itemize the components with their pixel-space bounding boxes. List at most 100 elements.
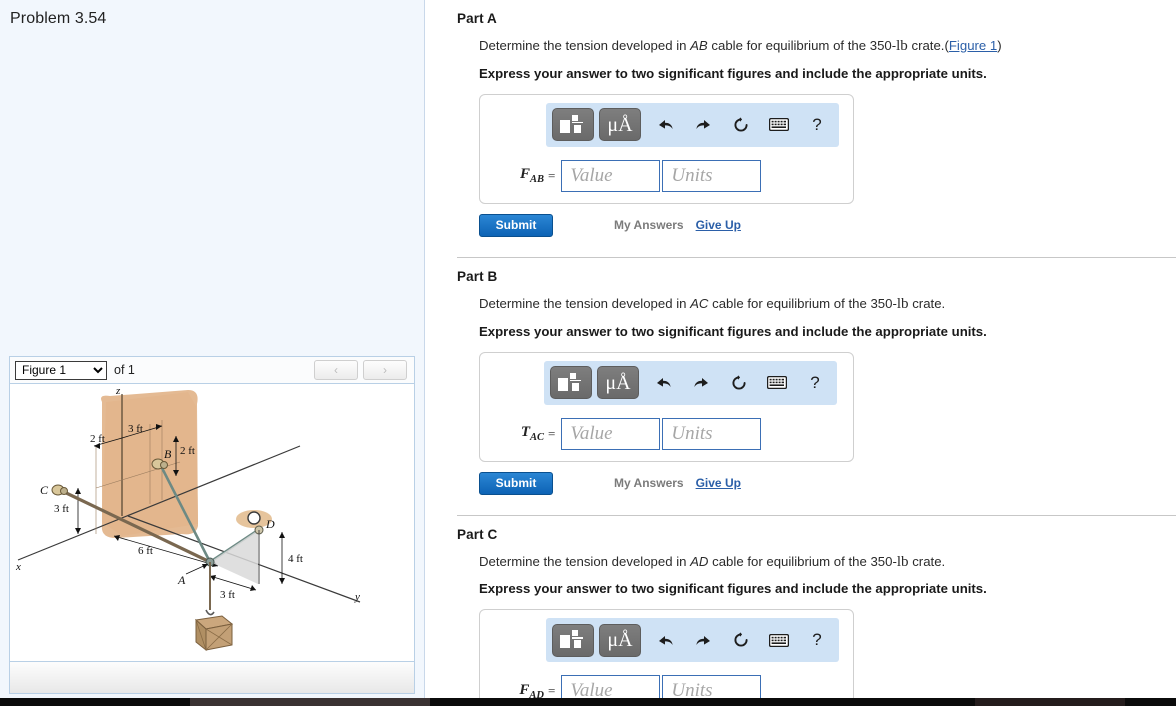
variable-subscript: AB <box>529 174 544 186</box>
units-button[interactable]: μÅ <box>599 623 641 657</box>
chevron-left-icon: ‹ <box>334 363 338 377</box>
reset-button[interactable] <box>722 625 760 655</box>
submit-row: Submit My Answers Give Up <box>479 213 1176 237</box>
units-input[interactable] <box>662 417 762 450</box>
answer-box: μÅ <box>479 351 854 462</box>
axis-label-z: z <box>115 385 121 397</box>
variable-label: TAC <box>494 424 544 443</box>
help-button[interactable]: ? <box>798 110 836 140</box>
dim-arrow <box>114 535 120 541</box>
redo-arrow-icon <box>693 378 708 387</box>
value-input[interactable] <box>561 417 661 450</box>
math-template-button[interactable] <box>552 623 594 657</box>
cable-name: AD <box>690 553 709 569</box>
give-up-link[interactable]: Give Up <box>696 218 741 232</box>
prompt-text-after: crate. <box>907 38 945 53</box>
units-button[interactable]: μÅ <box>597 366 639 399</box>
undo-arrow-icon <box>658 635 673 645</box>
math-toolbar: μÅ ? <box>546 618 839 663</box>
units-button[interactable]: μÅ <box>599 108 641 142</box>
equals-sign: = <box>548 425 556 441</box>
figure-count-label: of 1 <box>114 363 135 377</box>
micro-angstrom-icon: μÅ <box>607 629 633 652</box>
figure-next-button[interactable]: › <box>363 360 407 380</box>
micro-angstrom-icon: μÅ <box>607 113 633 136</box>
prompt-text-after: crate. <box>908 553 946 569</box>
math-template-button[interactable] <box>550 366 592 399</box>
dim-6ft: 6 ft <box>138 545 153 557</box>
question-mark-icon: ? <box>812 630 822 650</box>
question-mark-icon: ? <box>812 114 822 134</box>
reset-button[interactable] <box>720 368 758 398</box>
undo-button[interactable] <box>646 110 684 140</box>
give-up-link[interactable]: Give Up <box>696 476 741 490</box>
bottom-strip <box>0 698 1176 706</box>
help-button[interactable]: ? <box>798 625 836 655</box>
redo-arrow-icon <box>695 120 710 130</box>
figure-1-link[interactable]: Figure 1 <box>949 38 997 53</box>
point-label-c: C <box>40 483 49 497</box>
dim-arrow <box>75 528 81 534</box>
reset-button[interactable] <box>722 110 760 140</box>
redo-button[interactable] <box>684 110 722 140</box>
dim-3ft-bottom: 3 ft <box>220 589 235 601</box>
redo-button[interactable] <box>684 625 722 655</box>
crate <box>194 615 234 652</box>
figure-prev-button[interactable]: ‹ <box>314 360 358 380</box>
keyboard-icon <box>767 376 787 389</box>
prompt-text-before: Determine the tension developed in <box>479 295 691 311</box>
part-instruction: Express your answer to two significant f… <box>479 323 987 339</box>
value-input[interactable] <box>561 159 661 192</box>
bottom-strip-segment <box>190 698 430 706</box>
parts-container: Part A Determine the tension developed i… <box>426 0 1176 706</box>
answer-row: FAB = <box>480 159 853 192</box>
variable-base: F <box>519 681 530 698</box>
part-prompt: Determine the tension developed in AC ca… <box>426 284 1176 314</box>
part-prompt: Determine the tension developed in AD ca… <box>426 542 1176 572</box>
statics-diagram: z x y 2 ft 3 ft 2 ft 3 ft 6 ft B C D 4 f… <box>15 385 361 652</box>
part-heading: Part A <box>457 11 497 26</box>
pulley-d <box>247 511 261 525</box>
help-button[interactable]: ? <box>796 368 834 398</box>
keyboard-button[interactable] <box>758 368 796 398</box>
part-block-b: Part B Determine the tension developed i… <box>426 256 1176 495</box>
answer-row: TAC = <box>480 417 853 450</box>
dim-arrow <box>279 578 285 584</box>
bottom-strip-segment <box>975 698 1125 706</box>
cable-name: AB <box>690 38 708 53</box>
reset-circular-arrow-icon <box>734 632 748 647</box>
answer-box: μÅ <box>479 609 854 706</box>
question-mark-icon: ? <box>810 372 820 392</box>
dim-3ft-left: 3 ft <box>54 503 69 515</box>
left-panel: Problem 3.54 Figure 1 of 1 ‹ › z x y 2 f… <box>0 0 425 698</box>
dim-arrow <box>75 488 81 494</box>
submit-button[interactable]: Submit <box>479 471 553 495</box>
figure-select[interactable]: Figure 1 <box>15 360 107 380</box>
point-label-d: D <box>265 517 275 531</box>
my-answers-link[interactable]: My Answers <box>614 218 684 232</box>
redo-button[interactable] <box>682 368 720 398</box>
part-block-c: Part C Determine the tension developed i… <box>426 514 1176 706</box>
part-instruction: Express your answer to two significant f… <box>479 581 987 597</box>
point-label-b: B <box>164 447 172 461</box>
unit-label: lb <box>896 553 909 570</box>
hook-icon <box>205 609 215 616</box>
submit-button[interactable]: Submit <box>479 213 553 237</box>
keyboard-icon <box>769 633 789 647</box>
eyebolt-b-ring <box>160 461 168 469</box>
variable-base: T <box>520 424 530 440</box>
units-input[interactable] <box>662 159 762 192</box>
prompt-text-mid: cable for equilibrium of the 350- <box>708 295 897 311</box>
math-template-button[interactable] <box>552 108 594 142</box>
keyboard-button[interactable] <box>760 110 798 140</box>
figure-image-area[interactable]: z x y 2 ft 3 ft 2 ft 3 ft 6 ft B C D 4 f… <box>10 384 414 661</box>
my-answers-link[interactable]: My Answers <box>614 476 684 490</box>
keyboard-button[interactable] <box>760 625 798 655</box>
prompt-text-before: Determine the tension developed in <box>479 553 691 569</box>
point-label-a: A <box>177 573 186 587</box>
undo-button[interactable] <box>646 625 684 655</box>
undo-button[interactable] <box>644 368 682 398</box>
chevron-right-icon: › <box>383 363 387 377</box>
math-template-icon <box>558 372 584 393</box>
reset-circular-arrow-icon <box>734 117 748 132</box>
